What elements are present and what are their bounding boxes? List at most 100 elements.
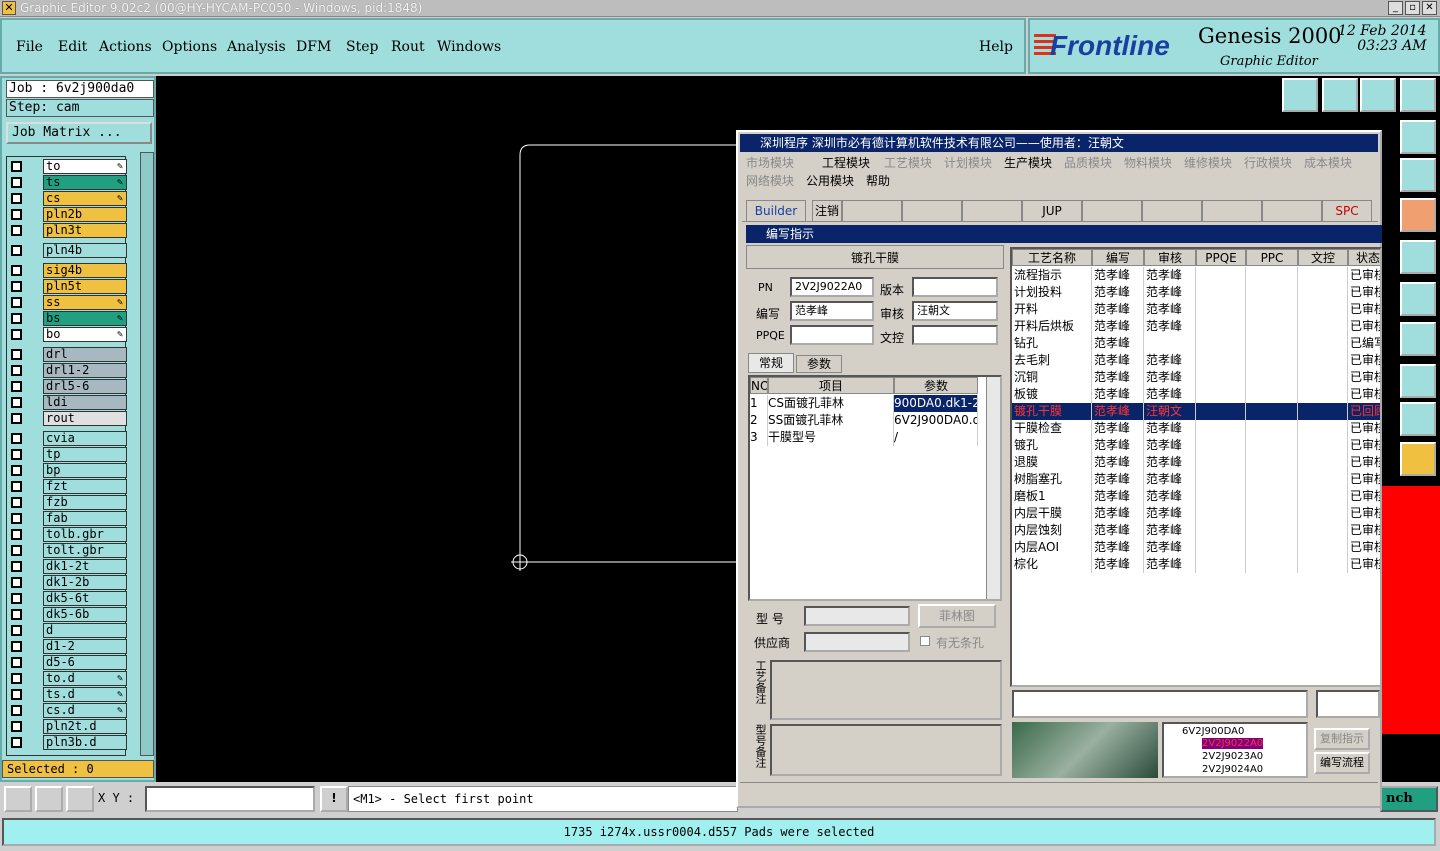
layer-name[interactable]: tolb.gbr	[43, 527, 127, 542]
layer-checkbox[interactable]	[11, 609, 22, 620]
spc-button[interactable]: SPC	[1322, 200, 1372, 222]
database-icon[interactable]	[1142, 200, 1202, 222]
dialog-menu-item[interactable]: 公用模块	[806, 172, 854, 189]
dialog-menu-item[interactable]: 网络模块	[746, 172, 794, 189]
arc-icon[interactable]	[1400, 402, 1436, 436]
menu-edit[interactable]: Edit	[58, 39, 87, 55]
alert-icon[interactable]: !	[320, 786, 348, 812]
layer-checkbox[interactable]	[11, 245, 22, 256]
layer-checkbox[interactable]	[11, 449, 22, 460]
logout-button[interactable]: 注销	[812, 200, 842, 222]
grid-header-cell[interactable]: PPC	[1246, 249, 1298, 266]
layer-checkbox[interactable]	[11, 689, 22, 700]
layer-name[interactable]: to.d ✎	[43, 671, 127, 686]
grid-header-cell[interactable]: 工艺名称	[1012, 249, 1092, 266]
layer-row[interactable]: drl1-2	[7, 363, 127, 378]
dialog-menu-item[interactable]: 计划模块	[944, 154, 992, 171]
layer-row[interactable]: sig4b	[7, 263, 127, 278]
layer-row[interactable]: drl5-6	[7, 379, 127, 394]
maximize-button[interactable]: ▫	[1405, 1, 1420, 15]
layer-row[interactable]: bp	[7, 463, 127, 478]
item-row[interactable]: 3 干膜型号 /	[750, 429, 990, 446]
layer-name[interactable]: to ✎	[43, 159, 127, 174]
menu-help[interactable]: Help	[979, 39, 1013, 55]
pn-field[interactable]: 2V2J9022A0	[790, 277, 874, 297]
jup-button[interactable]: JUP	[1022, 200, 1082, 222]
layer-row[interactable]: ss ✎	[7, 295, 127, 310]
layer-row[interactable]: fzt	[7, 479, 127, 494]
home-icon[interactable]	[1360, 78, 1396, 112]
layer-row[interactable]: pln3t	[7, 223, 127, 238]
tree-root[interactable]: 6V2J900DA0	[1182, 726, 1244, 737]
dialog-menu-item[interactable]: 工艺模块	[884, 154, 932, 171]
process-search-field[interactable]	[1316, 690, 1380, 718]
process-row[interactable]: 内层AOI范孝峰范孝峰已审核	[1012, 539, 1380, 556]
process-row[interactable]: 流程指示范孝峰范孝峰已审核	[1012, 267, 1380, 284]
layer-checkbox[interactable]	[11, 465, 22, 476]
text-icon[interactable]	[1400, 322, 1436, 356]
layer-name[interactable]: sig4b	[43, 263, 127, 278]
layer-checkbox[interactable]	[11, 625, 22, 636]
builder-button[interactable]: Builder	[746, 200, 806, 222]
layer-row[interactable]: bs ✎	[7, 311, 127, 326]
layer-checkbox[interactable]	[11, 529, 22, 540]
network-icon[interactable]	[1202, 200, 1262, 222]
process-row[interactable]: 树脂塞孔范孝峰范孝峰已审核	[1012, 471, 1380, 488]
layer-name[interactable]: rout	[43, 411, 127, 426]
layer-name[interactable]: bs ✎	[43, 311, 127, 326]
menu-actions[interactable]: Actions	[99, 39, 152, 55]
layer-checkbox[interactable]	[11, 397, 22, 408]
layer-name[interactable]: cs.d ✎	[43, 703, 127, 718]
tab-params[interactable]: 参数	[796, 355, 842, 373]
menu-rout[interactable]: Rout	[391, 39, 425, 55]
layer-checkbox[interactable]	[11, 545, 22, 556]
layer-name[interactable]: d	[43, 623, 127, 638]
layer-checkbox[interactable]	[11, 705, 22, 716]
menu-dfm[interactable]: DFM	[296, 39, 331, 55]
tree-item[interactable]: 2V2J9024A0	[1202, 764, 1263, 775]
monitor-icon[interactable]	[1262, 200, 1322, 222]
film-button[interactable]: 菲林图	[918, 604, 996, 628]
grid-header-cell[interactable]: 状态	[1348, 249, 1380, 266]
layer-row[interactable]: pln2t.d	[7, 719, 127, 734]
layer-name[interactable]: drl1-2	[43, 363, 127, 378]
window-icon[interactable]	[1400, 78, 1436, 112]
layer-row[interactable]: rout	[7, 411, 127, 426]
grid-header-cell[interactable]: 文控	[1298, 249, 1348, 266]
layer-name[interactable]: bp	[43, 463, 127, 478]
layer-name[interactable]: dk1-2t	[43, 559, 127, 574]
layer-scrollbar[interactable]	[140, 152, 154, 756]
layer-checkbox[interactable]	[11, 673, 22, 684]
layer-row[interactable]: tolb.gbr	[7, 527, 127, 542]
layer-checkbox[interactable]	[11, 381, 22, 392]
layer-row[interactable]: d5-6	[7, 655, 127, 670]
process-row[interactable]: 沉铜范孝峰范孝峰已审核	[1012, 369, 1380, 386]
process-row[interactable]: 内层蚀刻范孝峰范孝峰已审核	[1012, 522, 1380, 539]
process-row[interactable]: 磨板1范孝峰范孝峰已审核	[1012, 488, 1380, 505]
process-row[interactable]: 板镀范孝峰范孝峰已审核	[1012, 386, 1380, 403]
item-row[interactable]: 2SS面镀孔菲林6V2J900DA0.dk1	[750, 412, 990, 429]
layer-name[interactable]: ts ✎	[43, 175, 127, 190]
layer-row[interactable]: bo ✎	[7, 327, 127, 342]
measure-icon[interactable]	[35, 786, 63, 812]
minimize-button[interactable]: _	[1388, 1, 1403, 15]
author-field[interactable]: 范孝峰	[790, 301, 874, 321]
version-field[interactable]	[912, 277, 998, 297]
layer-checkbox[interactable]	[11, 413, 22, 424]
layer-row[interactable]: ts ✎	[7, 175, 127, 190]
layer-checkbox[interactable]	[11, 349, 22, 360]
dialog-menu-item[interactable]: 市场模块	[746, 154, 794, 171]
tree-item[interactable]: 2V2J9022A0	[1202, 738, 1264, 749]
layer-name[interactable]: pln2b	[43, 207, 127, 222]
layer-name[interactable]: fzb	[43, 495, 127, 510]
process-row[interactable]: 计划投料范孝峰范孝峰已审核	[1012, 284, 1380, 301]
layer-checkbox[interactable]	[11, 365, 22, 376]
dialog-menu-item[interactable]: 行政模块	[1244, 154, 1292, 171]
layer-checkbox[interactable]	[11, 313, 22, 324]
layer-name[interactable]: pln4b	[43, 243, 127, 258]
dialog-menu-item[interactable]: 生产模块	[1004, 154, 1052, 171]
layer-checkbox[interactable]	[11, 577, 22, 588]
layer-name[interactable]: dk5-6t	[43, 591, 127, 606]
layer-row[interactable]: fab	[7, 511, 127, 526]
layer-checkbox[interactable]	[11, 497, 22, 508]
